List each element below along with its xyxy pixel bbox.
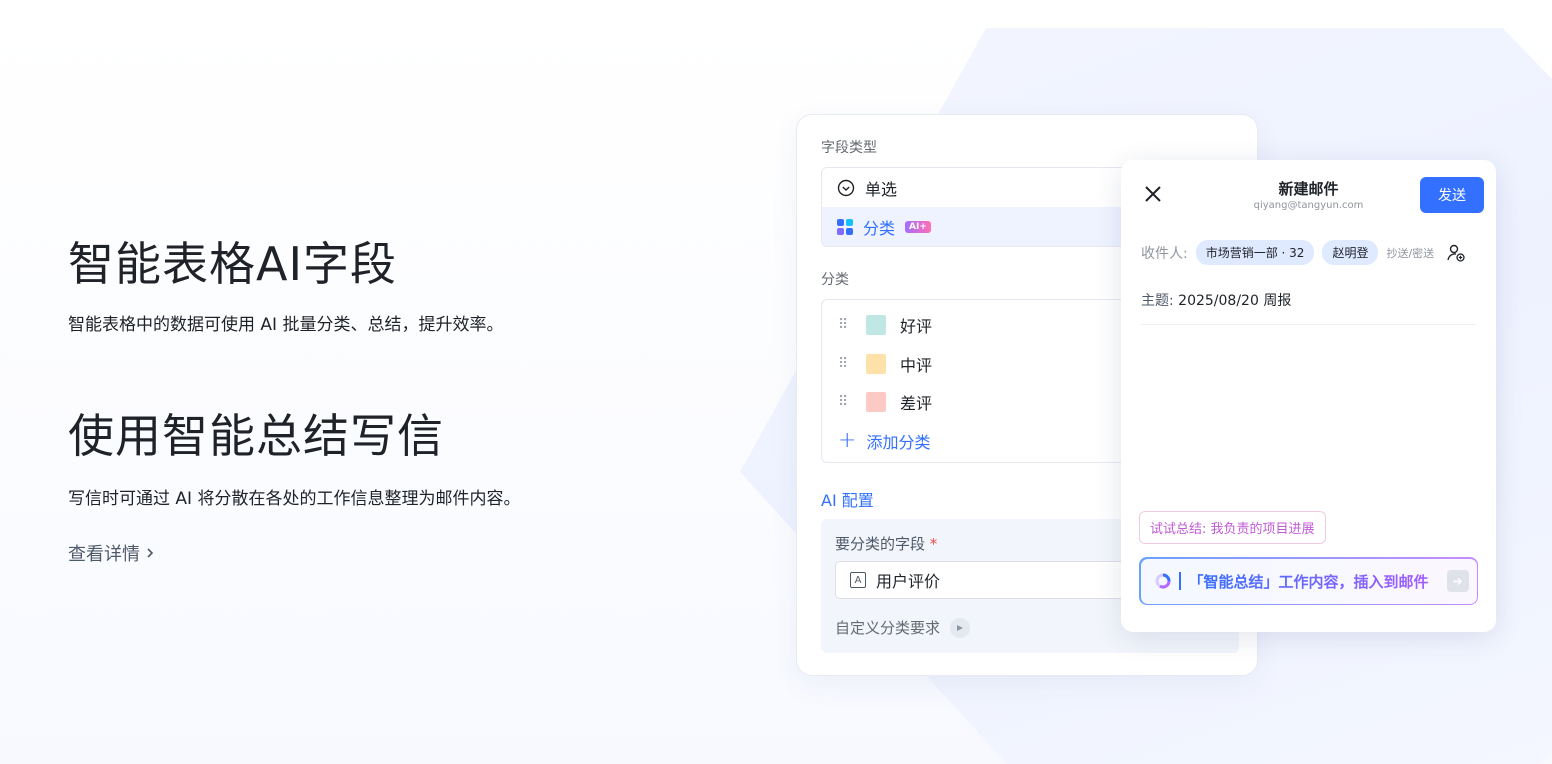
text-field-icon: A: [850, 572, 866, 588]
circle-check-icon: [837, 179, 855, 196]
view-details-label: 查看详情: [68, 544, 140, 565]
ai-prompt-text: 「智能总结」工作内容，插入到邮件: [1188, 572, 1429, 591]
ai-summary-input[interactable]: 「智能总结」工作内容，插入到邮件: [1139, 557, 1478, 605]
add-contact-icon[interactable]: [1446, 243, 1466, 263]
recipient-chip[interactable]: 赵明登: [1322, 240, 1379, 265]
category-label: 分类: [821, 272, 849, 288]
subject-value: 2025/08/20 周报: [1178, 293, 1292, 309]
category-color-swatch[interactable]: [866, 392, 886, 413]
hero-desc-ai-field: 智能表格中的数据可使用 AI 批量分类、总结，提升效率。: [68, 315, 504, 335]
recipients-row: 收件人: 市场营销一部 · 32 赵明登 抄送/密送: [1141, 240, 1466, 265]
drag-handle-icon[interactable]: ⠿: [838, 394, 852, 410]
custom-requirement-toggle[interactable]: 自定义分类要求: [835, 617, 971, 638]
recipients-label: 收件人:: [1141, 245, 1188, 262]
hero-title-smart-summary: 使用智能总结写信: [68, 409, 444, 463]
plus-icon: +: [838, 427, 857, 453]
subject-field[interactable]: 主题: 2025/08/20 周报: [1141, 290, 1476, 325]
category-name: 中评: [900, 355, 933, 375]
drag-handle-icon[interactable]: ⠿: [838, 317, 852, 333]
required-mark: *: [929, 535, 938, 553]
category-color-swatch[interactable]: [866, 315, 886, 336]
view-details-link[interactable]: 查看详情: [68, 540, 156, 566]
category-name: 好评: [900, 317, 933, 337]
field-type-label-single: 单选: [865, 179, 898, 199]
ai-config-title: AI 配置: [821, 491, 874, 510]
cc-bcc-link[interactable]: 抄送/密送: [1386, 245, 1434, 261]
ai-spinner-icon: [1155, 573, 1170, 589]
hero-desc-smart-summary: 写信时可通过 AI 将分散在各处的工作信息整理为邮件内容。: [68, 489, 521, 509]
field-to-classify-label: 要分类的字段 *: [835, 535, 938, 553]
field-select-value: 用户评价: [876, 572, 941, 591]
summary-suggestion-chip[interactable]: 试试总结: 我负责的项目进展: [1139, 511, 1326, 544]
expand-triangle-icon[interactable]: [950, 617, 971, 638]
recipient-chip[interactable]: 市场营销一部 · 32: [1195, 240, 1315, 265]
subject-label: 主题:: [1141, 293, 1174, 309]
add-category-label: 添加分类: [866, 432, 931, 452]
text-cursor: [1178, 572, 1181, 590]
field-type-label: 字段类型: [821, 140, 877, 156]
send-button[interactable]: 发送: [1420, 177, 1484, 213]
category-name: 差评: [900, 394, 933, 414]
chevron-right-icon: [147, 548, 154, 558]
field-type-label-classify: 分类: [863, 218, 896, 238]
submit-arrow-icon[interactable]: [1446, 570, 1469, 592]
category-color-swatch[interactable]: [866, 353, 886, 374]
ai-plus-badge: AI+: [905, 220, 931, 233]
grid-icon: [837, 218, 853, 235]
hero-title-ai-field: 智能表格AI字段: [68, 237, 398, 291]
custom-requirement-label: 自定义分类要求: [835, 619, 941, 637]
new-mail-card: 新建邮件 qiyang@tangyun.com 发送 收件人: 市场营销一部 ·…: [1121, 160, 1496, 632]
drag-handle-icon[interactable]: ⠿: [838, 356, 852, 372]
